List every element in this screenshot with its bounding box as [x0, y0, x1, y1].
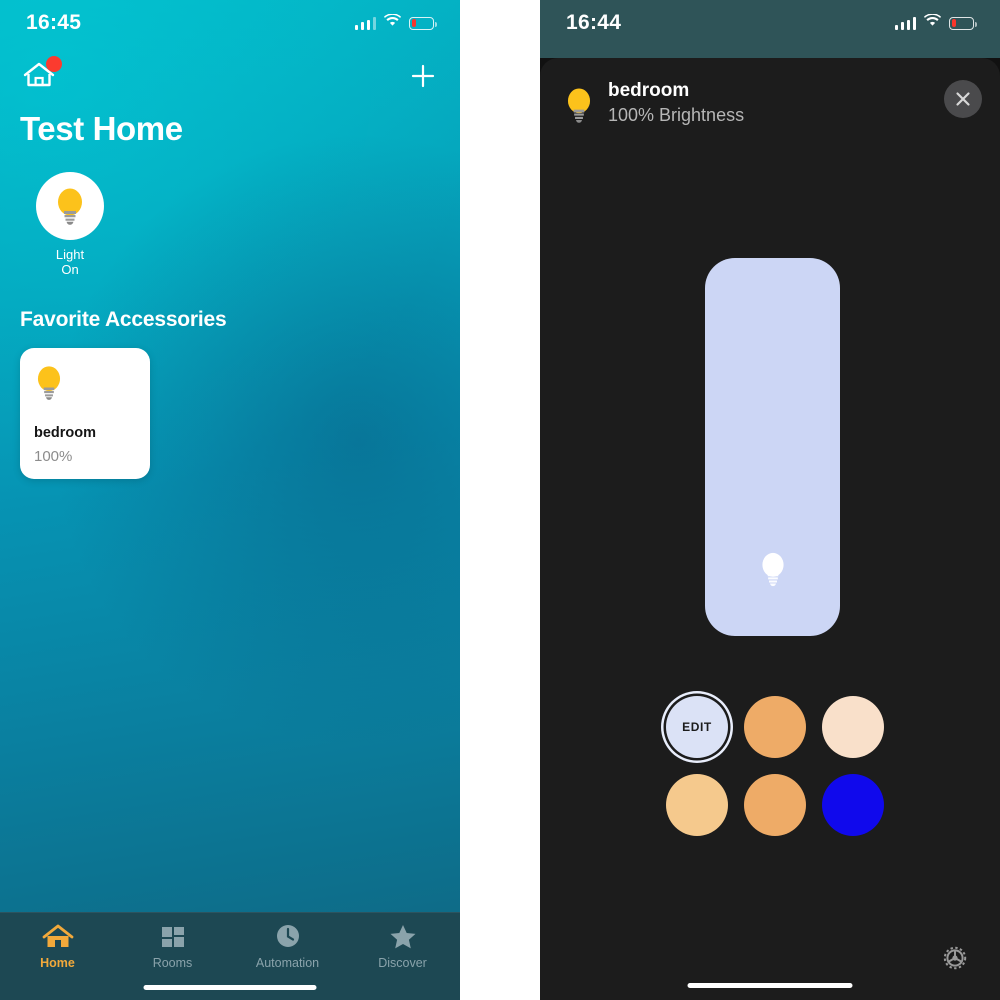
status-bar-right-background: 16:44 — [540, 0, 1000, 58]
color-swatch-4[interactable] — [666, 774, 728, 836]
status-accessory-light[interactable]: Light On — [20, 172, 120, 278]
close-button[interactable] — [944, 80, 982, 118]
signal-bars-icon — [894, 16, 916, 30]
status-bar-icons — [894, 13, 977, 32]
status-bar-time: 16:45 — [26, 11, 82, 34]
tab-discover-label: Discover — [378, 956, 427, 970]
sheet-header: bedroom 100% Brightness — [560, 80, 982, 136]
home-icon[interactable] — [22, 56, 62, 90]
status-bar-left: 16:45 — [0, 0, 460, 46]
status-accessory-state: On — [61, 261, 79, 277]
brightness-slider[interactable] — [705, 258, 840, 636]
accessory-sheet: bedroom 100% Brightness EDIT — [540, 58, 1000, 1000]
edit-colors-label: EDIT — [682, 720, 712, 734]
tab-rooms-label: Rooms — [152, 956, 193, 970]
lightbulb-icon — [34, 364, 136, 409]
rooms-icon — [161, 927, 184, 947]
color-swatch-3[interactable] — [822, 696, 884, 758]
tab-automation-label: Automation — [255, 956, 320, 970]
tab-home-label: Home — [40, 956, 75, 970]
accessory-detail-screen: 16:44 bedroom 100% Brightness EDIT — [540, 0, 1000, 1000]
status-bar-icons — [354, 13, 437, 32]
lightbulb-icon — [758, 551, 788, 596]
section-title-favorites: Favorite Accessories — [20, 308, 227, 331]
battery-low-icon — [949, 16, 977, 30]
notification-badge — [46, 56, 62, 72]
favorite-accessory-name: bedroom — [34, 425, 97, 441]
clock-check-icon — [276, 925, 299, 947]
close-icon — [956, 92, 970, 106]
tab-home[interactable]: Home — [0, 913, 115, 1000]
color-swatch-grid: EDIT — [665, 696, 885, 836]
page-title: Test Home — [20, 110, 183, 147]
color-swatch-2[interactable] — [744, 696, 806, 758]
add-accessory-button[interactable] — [410, 63, 436, 89]
home-header — [22, 56, 438, 104]
favorite-accessory-card[interactable]: bedroom 100% — [20, 348, 150, 479]
edit-colors-button[interactable]: EDIT — [666, 696, 728, 758]
favorite-accessory-value: 100% — [34, 448, 73, 465]
sheet-title: bedroom — [608, 80, 690, 101]
home-indicator[interactable] — [143, 985, 317, 990]
signal-bars-icon — [354, 16, 376, 30]
status-accessory-circle — [36, 172, 104, 240]
gear-icon[interactable] — [938, 941, 972, 975]
battery-low-icon — [409, 16, 437, 30]
status-bar-right: 16:44 — [540, 0, 1000, 46]
lightbulb-icon — [564, 86, 594, 133]
home-icon — [42, 924, 73, 947]
tab-discover[interactable]: Discover — [345, 913, 460, 1000]
color-swatch-6[interactable] — [822, 774, 884, 836]
sheet-subtitle: 100% Brightness — [608, 105, 745, 125]
status-accessory-name: Light — [55, 247, 85, 262]
status-bar-time: 16:44 — [566, 11, 622, 34]
home-indicator[interactable] — [687, 983, 853, 988]
home-app-screen: 16:45 Test Home Light On Favorite Access… — [0, 0, 460, 1000]
wifi-icon — [383, 13, 402, 32]
lightbulb-icon — [58, 188, 82, 225]
star-icon — [390, 925, 415, 949]
wifi-icon — [923, 13, 942, 32]
color-swatch-5[interactable] — [744, 774, 806, 836]
status-accessory-labels: Light On — [20, 247, 120, 278]
